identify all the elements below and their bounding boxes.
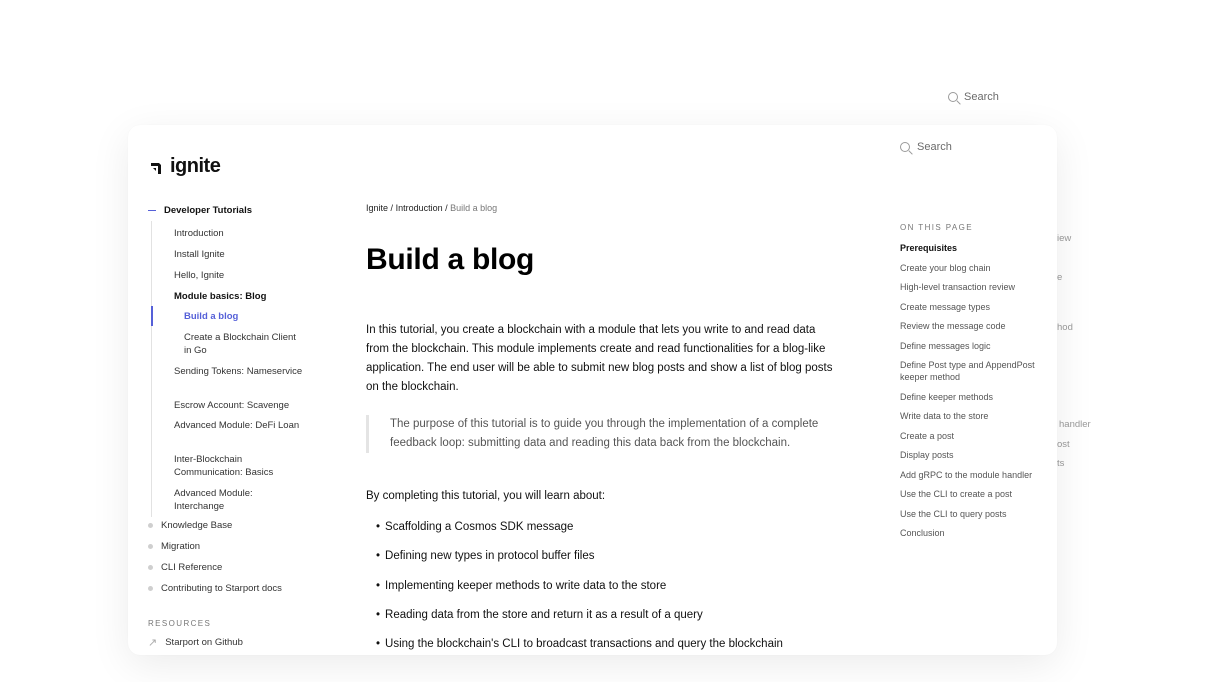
bullet-icon: • — [376, 638, 381, 651]
search-icon — [948, 92, 958, 102]
list-item-text: Reading data from the store and return i… — [385, 608, 703, 621]
background-search: Search — [948, 91, 999, 103]
breadcrumb-separator: / — [445, 203, 448, 213]
toc-heading: ON THIS PAGE — [900, 223, 973, 232]
list-item: • Using the blockchain's CLI to broadcast… — [376, 638, 783, 655]
ghost-text: ts — [1057, 458, 1065, 469]
sidebar-item-label: Contributing to Starport docs — [161, 583, 282, 594]
sidebar-item-module-basics[interactable]: Module basics: Blog — [174, 290, 304, 303]
bullet-icon — [148, 523, 153, 528]
external-link-icon: ↗ — [148, 637, 158, 649]
sidebar-item-contributing[interactable]: Contributing to Starport docs — [148, 583, 282, 594]
toc-item[interactable]: Display posts — [900, 449, 1057, 461]
toc-item[interactable]: Create a post — [900, 430, 1057, 442]
ghost-text: handler — [1059, 419, 1091, 430]
active-indicator — [151, 306, 153, 326]
sidebar-item-ibc-basics[interactable]: Inter-Blockchain Communication: Basics — [174, 453, 304, 479]
bullet-icon — [148, 565, 153, 570]
bullet-icon: • — [376, 521, 381, 533]
list-item-text: Scaffolding a Cosmos SDK message — [385, 521, 574, 533]
list-item-text: Defining new types in protocol buffer fi… — [385, 550, 595, 563]
toc-item[interactable]: Use the CLI to query posts — [900, 508, 1057, 520]
ghost-text: hod — [1057, 322, 1073, 333]
sidebar-item-label: CLI Reference — [161, 562, 223, 573]
sidebar-item-introduction[interactable]: Introduction — [174, 227, 304, 240]
bullet-icon — [148, 544, 153, 549]
breadcrumb-current: Build a blog — [450, 203, 498, 213]
toc-item[interactable]: Review the message code — [900, 320, 1057, 332]
sidebar-item-label: Knowledge Base — [161, 520, 233, 531]
bullet-icon: • — [376, 550, 381, 563]
background-search-label: Search — [964, 91, 999, 103]
sidebar-item-interchange[interactable]: Advanced Module: Interchange — [174, 487, 304, 513]
search-icon — [900, 142, 910, 152]
sidebar-item-nameservice[interactable]: Sending Tokens: Nameservice — [174, 365, 304, 378]
sidebar-item-label: Migration — [161, 541, 201, 552]
breadcrumb-section[interactable]: Introduction — [396, 203, 443, 213]
collapse-icon — [148, 209, 156, 212]
learn-intro: By completing this tutorial, you will le… — [366, 490, 606, 502]
ignite-logo-icon — [151, 162, 161, 174]
ghost-text: ost — [1057, 439, 1070, 450]
sidebar-item-migration[interactable]: Migration — [148, 541, 200, 552]
breadcrumb: Ignite / Introduction / Build a blog — [366, 203, 497, 213]
github-link-label: Starport on Github — [165, 637, 243, 648]
list-item: • Reading data from the store and return … — [376, 609, 783, 638]
sidebar-item-hello-ignite[interactable]: Hello, Ignite — [174, 269, 304, 282]
docs-window: ignite Developer Tutorials Introduction … — [128, 125, 1057, 655]
table-of-contents: ON THIS PAGE Prerequisites Create your b… — [900, 223, 1057, 547]
list-item: • Scaffolding a Cosmos SDK message — [376, 521, 783, 550]
sidebar-item-defi-loan[interactable]: Advanced Module: DeFi Loan — [174, 419, 304, 432]
blockquote: The purpose of this tutorial is to guide… — [366, 415, 835, 453]
search-button[interactable]: Search — [900, 141, 952, 153]
sidebar-item-build-a-blog[interactable]: Build a blog — [184, 310, 314, 323]
intro-paragraph: In this tutorial, you create a blockchai… — [366, 324, 833, 393]
list-item-text: Using the blockchain's CLI to broadcast … — [385, 638, 783, 651]
breadcrumb-root[interactable]: Ignite — [366, 203, 388, 213]
toc-item[interactable]: Use the CLI to create a post — [900, 488, 1057, 500]
list-item-text: Implementing keeper methods to write dat… — [385, 579, 667, 592]
list-item: • Defining new types in protocol buffer f… — [376, 550, 783, 579]
ghost-text: iew — [1057, 233, 1072, 244]
github-link[interactable]: ↗ Starport on Github — [148, 636, 243, 649]
learn-list: • Scaffolding a Cosmos SDK message • Defin… — [376, 521, 783, 655]
bullet-icon — [148, 586, 153, 591]
sidebar-item-scavenge[interactable]: Escrow Account: Scavenge — [174, 399, 304, 412]
resources-heading: RESOURCES — [148, 619, 212, 628]
toc-item[interactable]: Add gRPC to the module handler — [900, 469, 1057, 481]
sidebar-item-knowledge-base[interactable]: Knowledge Base — [148, 520, 232, 531]
bullet-icon: • — [376, 608, 381, 621]
toc-item[interactable]: Create message types — [900, 301, 1057, 313]
toc-item[interactable]: Write data to the store — [900, 410, 1057, 422]
toc-item[interactable]: Create your blog chain — [900, 262, 1057, 274]
logo-text: ignite — [170, 155, 221, 177]
sidebar-section-label: Developer Tutorials — [164, 205, 252, 216]
toc-item[interactable]: High-level transaction review — [900, 281, 1057, 293]
sidebar-item-install-ignite[interactable]: Install Ignite — [174, 248, 304, 261]
bullet-icon: • — [376, 579, 381, 592]
page-title: Build a blog — [366, 243, 535, 276]
list-item: • Implementing keeper methods to write da… — [376, 580, 783, 609]
breadcrumb-separator: / — [390, 203, 394, 213]
sidebar-item-blockchain-client-go[interactable]: Create a Blockchain Client in Go — [184, 331, 304, 357]
toc-item[interactable]: Define Post type and AppendPost keeper m… — [900, 359, 1057, 383]
toc-item[interactable]: Conclusion — [900, 527, 1057, 539]
toc-item-prerequisites[interactable]: Prerequisites — [900, 242, 1057, 254]
sidebar-item-cli-reference[interactable]: CLI Reference — [148, 562, 222, 573]
toc-item[interactable]: Define keeper methods — [900, 391, 1057, 403]
nav-tree-line — [151, 221, 152, 517]
ghost-text: e — [1057, 272, 1063, 283]
search-label: Search — [917, 141, 952, 153]
logo[interactable]: ignite — [150, 155, 221, 178]
sidebar-section-developer-tutorials[interactable]: Developer Tutorials — [148, 205, 252, 216]
toc-item[interactable]: Define messages logic — [900, 340, 1057, 352]
